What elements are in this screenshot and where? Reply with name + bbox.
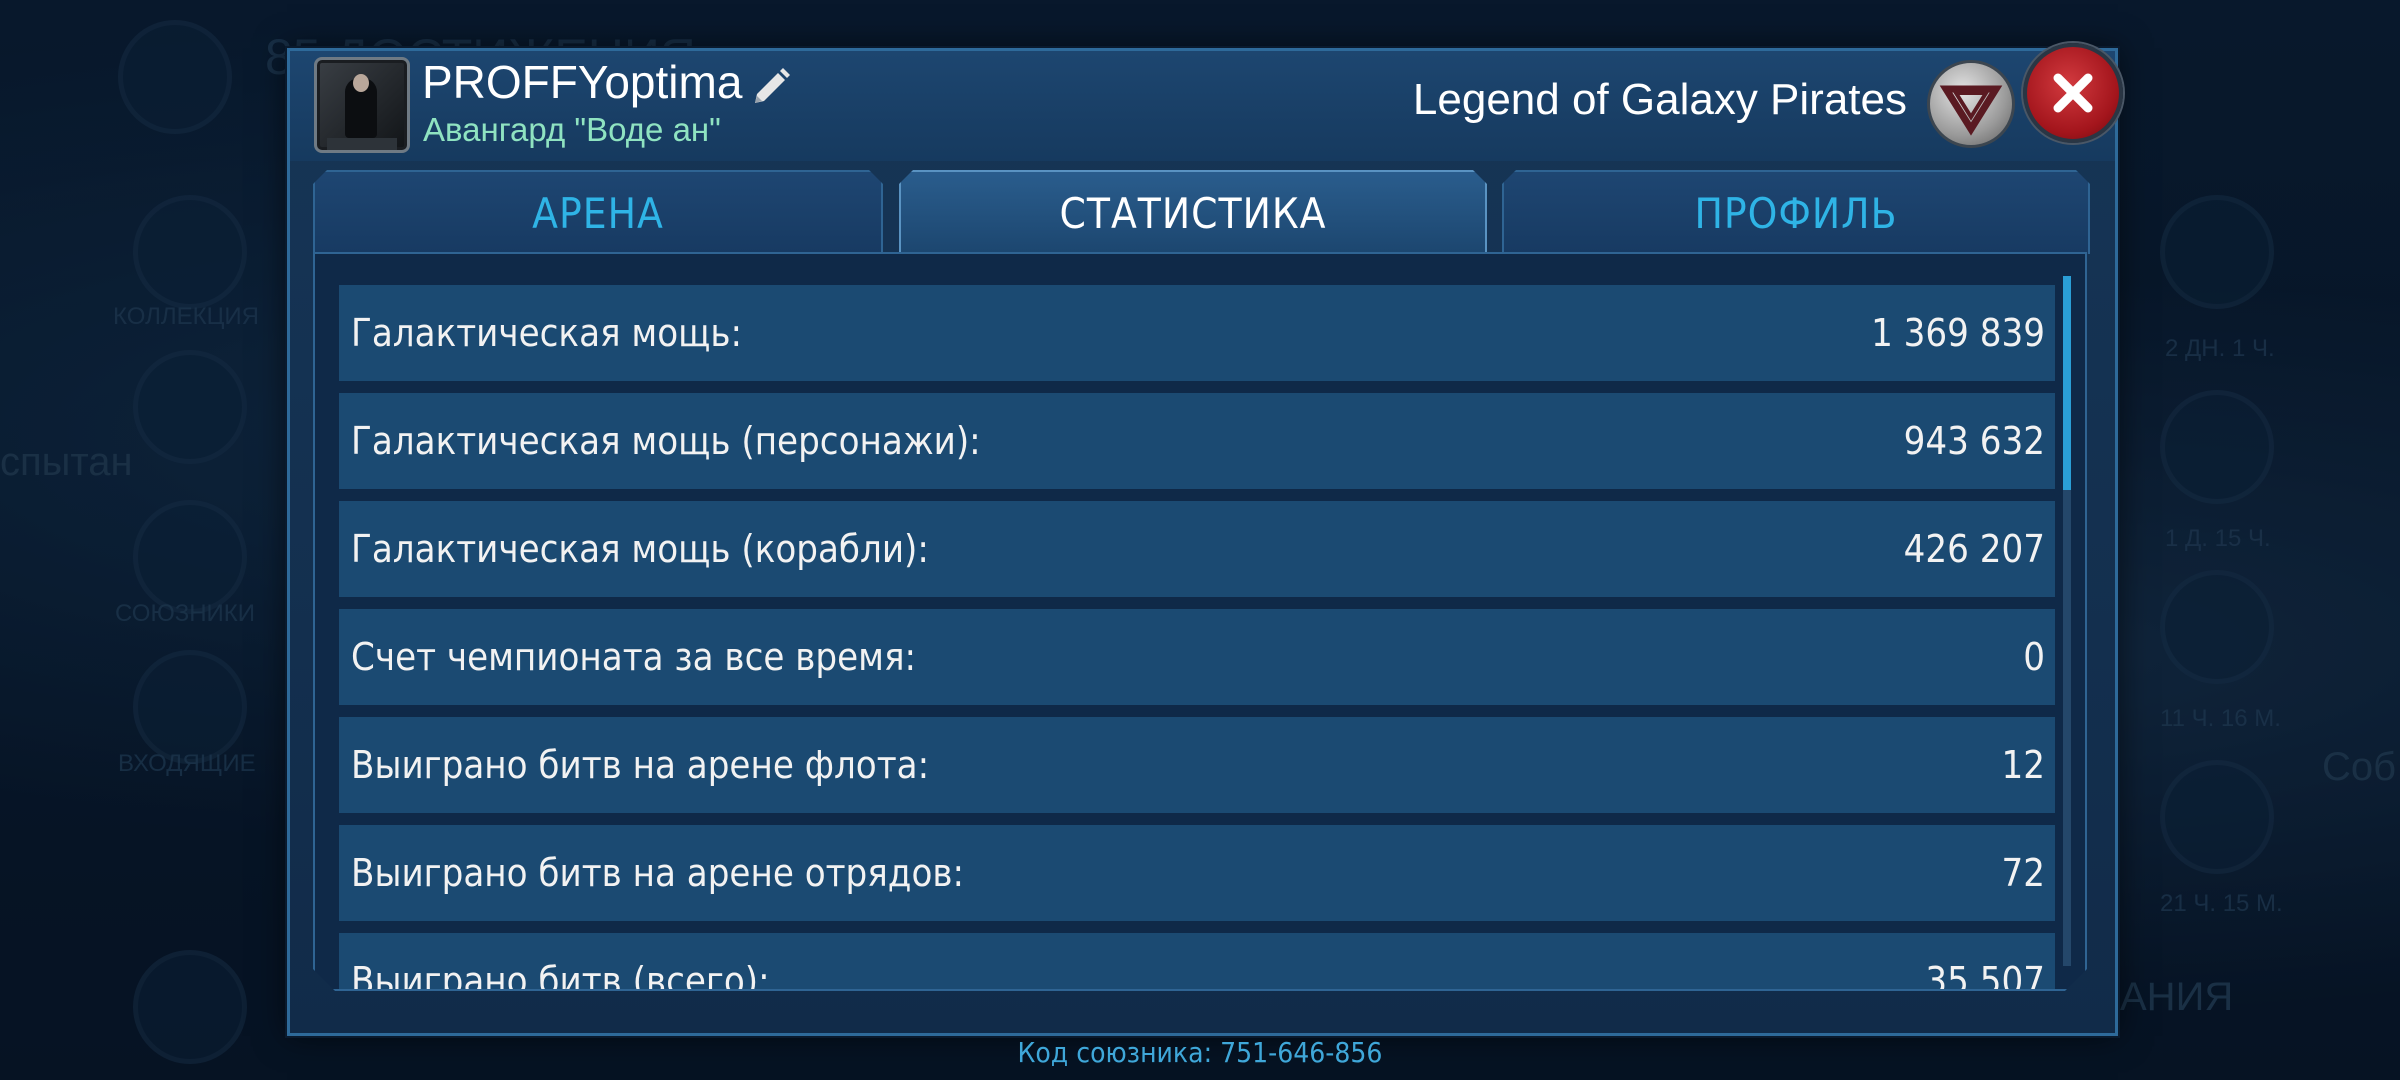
stat-row: Выиграно битв (всего): 35 507 [339,933,2055,991]
tab-profile[interactable]: ПРОФИЛЬ [1502,170,2090,254]
avatar-base [327,138,397,150]
stat-value: 1 369 839 [1871,311,2045,355]
stat-label: Выиграно битв на арене флота: [351,743,930,787]
guild-symbol-icon [1939,85,2003,136]
guild-name[interactable]: Авангард "Воде ан" [423,111,721,149]
stat-row: Счет чемпионата за все время: 0 [339,609,2055,705]
stat-label: Галактическая мощь: [351,311,743,355]
stat-label: Выиграно битв на арене отрядов: [351,851,965,895]
avatar-face [353,74,369,92]
tab-arena[interactable]: АРЕНА [313,170,883,254]
scrollbar-thumb[interactable] [2063,276,2071,490]
stat-label: Галактическая мощь (корабли): [351,527,929,571]
guild-title: Legend of Galaxy Pirates [1412,75,1907,124]
stat-value: 0 [2023,635,2045,679]
stat-row: Галактическая мощь: 1 369 839 [339,285,2055,381]
tab-statistics[interactable]: СТАТИСТИКА [899,170,1487,254]
close-button[interactable] [2023,43,2123,143]
stat-row: Выиграно битв на арене отрядов: 72 [339,825,2055,921]
close-icon [2053,73,2093,113]
stat-row: Галактическая мощь (персонажи): 943 632 [339,393,2055,489]
stat-label: Счет чемпионата за все время: [351,635,917,679]
stat-row: Выиграно битв на арене флота: 12 [339,717,2055,813]
stat-value: 72 [2001,851,2045,895]
stat-value: 426 207 [1903,527,2045,571]
player-name: PROFFYoptima [422,56,743,108]
stat-value: 12 [2001,743,2045,787]
stat-value: 35 507 [1925,959,2045,991]
stat-label: Галактическая мощь (персонажи): [351,419,981,463]
stat-row: Галактическая мощь (корабли): 426 207 [339,501,2055,597]
pencil-icon[interactable] [747,63,795,111]
ally-code[interactable]: Код союзника: 751-646-856 [0,1036,2400,1069]
guild-emblem-icon[interactable] [1927,60,2015,148]
avatar[interactable] [314,57,410,153]
stats-list: Галактическая мощь: 1 369 839 Галактичес… [339,285,2055,991]
player-profile-dialog: PROFFYoptima Авангард "Воде ан" Legend o… [287,43,2123,1036]
stat-value: 943 632 [1903,419,2045,463]
stat-label: Выиграно битв (всего): [351,959,770,991]
stats-panel[interactable]: Галактическая мощь: 1 369 839 Галактичес… [313,252,2087,991]
dialog-header: PROFFYoptima Авангард "Воде ан" Legend o… [290,43,2123,161]
